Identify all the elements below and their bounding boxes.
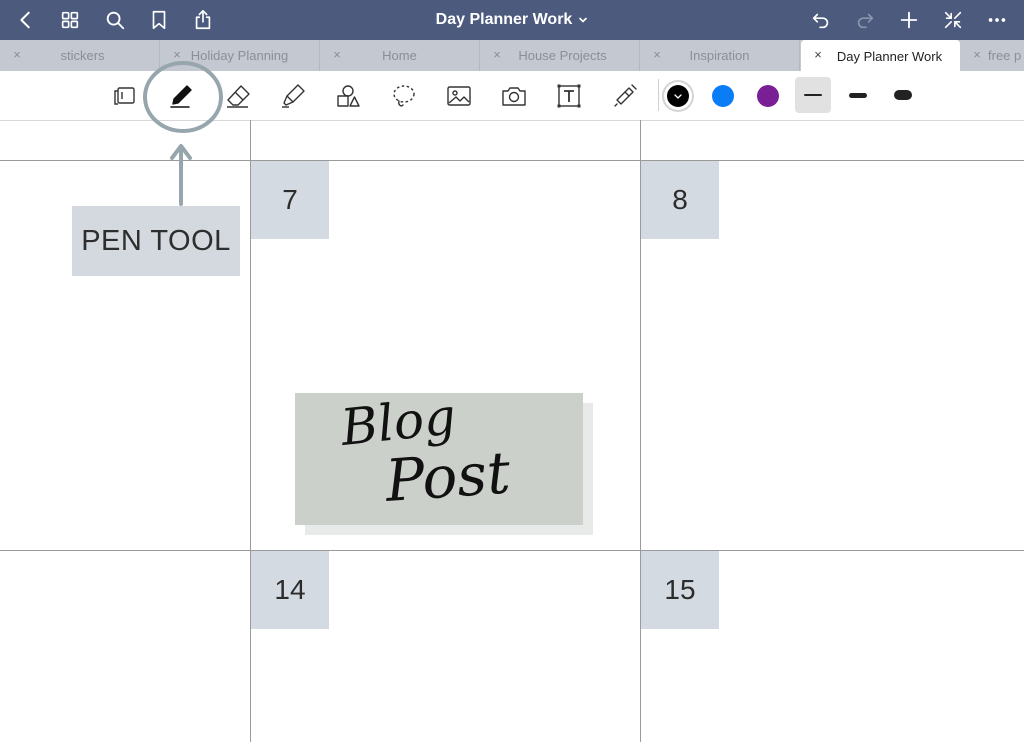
drawing-toolbar [0, 71, 1024, 121]
tab-bar: × stickers × Holiday Planning × Home × H… [0, 40, 1024, 71]
shapes-icon [337, 85, 360, 107]
laser-pointer-icon [614, 84, 637, 107]
chevron-left-icon [20, 11, 30, 29]
tab-home[interactable]: × Home [320, 40, 480, 71]
highlighter-tool-button[interactable] [276, 79, 310, 113]
tab-free-p[interactable]: × free p [960, 40, 1024, 71]
day-number-box: 14 [251, 551, 329, 629]
collapse-icon [944, 11, 962, 29]
tab-stickers[interactable]: × stickers [0, 40, 160, 71]
more-button[interactable] [981, 4, 1013, 36]
camera-icon [502, 87, 526, 106]
grid-icon [61, 11, 79, 29]
camera-tool-button[interactable] [497, 79, 531, 113]
share-icon [195, 10, 211, 30]
text-icon [557, 84, 581, 108]
chevron-down-icon [579, 17, 588, 23]
search-button[interactable] [99, 4, 131, 36]
stroke-thick-icon [894, 90, 912, 100]
image-icon [447, 86, 471, 106]
tab-label: free p [988, 48, 1022, 63]
stroke-width-thick[interactable] [885, 77, 921, 113]
document-title-menu[interactable]: Day Planner Work [436, 11, 589, 29]
redo-icon [857, 13, 874, 29]
tab-label: House Projects [518, 48, 607, 63]
text-tool-button[interactable] [552, 79, 586, 113]
close-icon[interactable]: × [970, 47, 984, 63]
grid-line [0, 160, 1024, 161]
tab-label: Inspiration [689, 48, 750, 63]
color-swatch-black[interactable] [667, 85, 689, 107]
highlighter-icon [282, 84, 305, 108]
plus-icon [900, 11, 918, 29]
tab-label: stickers [60, 48, 105, 63]
search-icon [106, 11, 125, 30]
tab-label: Day Planner Work [836, 48, 943, 64]
undo-icon [812, 13, 829, 29]
day-number-box: 15 [641, 551, 719, 629]
hide-toolbar-button[interactable] [937, 4, 969, 36]
tab-inspiration[interactable]: × Inspiration [640, 40, 800, 71]
bookmark-icon [152, 10, 166, 30]
day-number-box: 8 [641, 161, 719, 239]
tab-label: Holiday Planning [190, 48, 289, 63]
eraser-tool-button[interactable] [221, 79, 255, 113]
annotation-text: PEN TOOL [81, 224, 231, 257]
lasso-icon [393, 85, 415, 107]
title-bar: Day Planner Work [0, 0, 1024, 40]
shapes-tool-button[interactable] [331, 79, 365, 113]
eraser-icon [227, 85, 250, 108]
thumbnails-button[interactable] [54, 4, 86, 36]
laser-pointer-tool-button[interactable] [608, 79, 642, 113]
day-number: 14 [274, 574, 306, 605]
more-icon [988, 18, 1006, 22]
tab-holiday-planning[interactable]: × Holiday Planning [160, 40, 320, 71]
day-number: 8 [672, 184, 688, 215]
image-tool-button[interactable] [442, 79, 476, 113]
redo-button[interactable] [849, 4, 881, 36]
toolbar-divider [658, 79, 659, 111]
pen-tool-button[interactable] [164, 79, 198, 113]
chevron-down-icon [674, 94, 682, 99]
page-view-button[interactable] [108, 79, 142, 113]
color-swatch-blue[interactable] [712, 85, 734, 107]
back-button[interactable] [10, 4, 42, 36]
pen-tool-annotation-label: PEN TOOL [72, 206, 240, 276]
tab-day-planner-work[interactable]: × Day Planner Work [801, 40, 960, 71]
pen-icon [170, 85, 192, 108]
planner-page-canvas[interactable]: 7 8 14 15 PEN TOOL Blog Post [0, 120, 1024, 742]
stroke-thin-icon [804, 94, 822, 96]
add-page-button[interactable] [893, 4, 925, 36]
tab-house-projects[interactable]: × House Projects [480, 40, 640, 71]
day-number-box: 7 [251, 161, 329, 239]
document-title: Day Planner Work [435, 11, 573, 28]
day-number: 7 [282, 184, 298, 215]
sticky-note[interactable]: Blog Post [295, 387, 583, 525]
day-number: 15 [664, 574, 696, 605]
tab-label: Home [382, 48, 417, 63]
lasso-tool-button[interactable] [387, 79, 421, 113]
undo-button[interactable] [805, 4, 837, 36]
share-button[interactable] [187, 4, 219, 36]
page-view-icon [114, 87, 135, 105]
color-swatch-purple[interactable] [757, 85, 779, 107]
handwritten-note: Blog Post [337, 387, 513, 515]
handwritten-word: Post [382, 438, 513, 515]
stroke-width-thin[interactable] [795, 77, 831, 113]
stroke-width-medium[interactable] [840, 77, 876, 113]
stroke-medium-icon [849, 92, 867, 98]
bookmark-button[interactable] [143, 4, 175, 36]
grid-line [0, 550, 1024, 551]
